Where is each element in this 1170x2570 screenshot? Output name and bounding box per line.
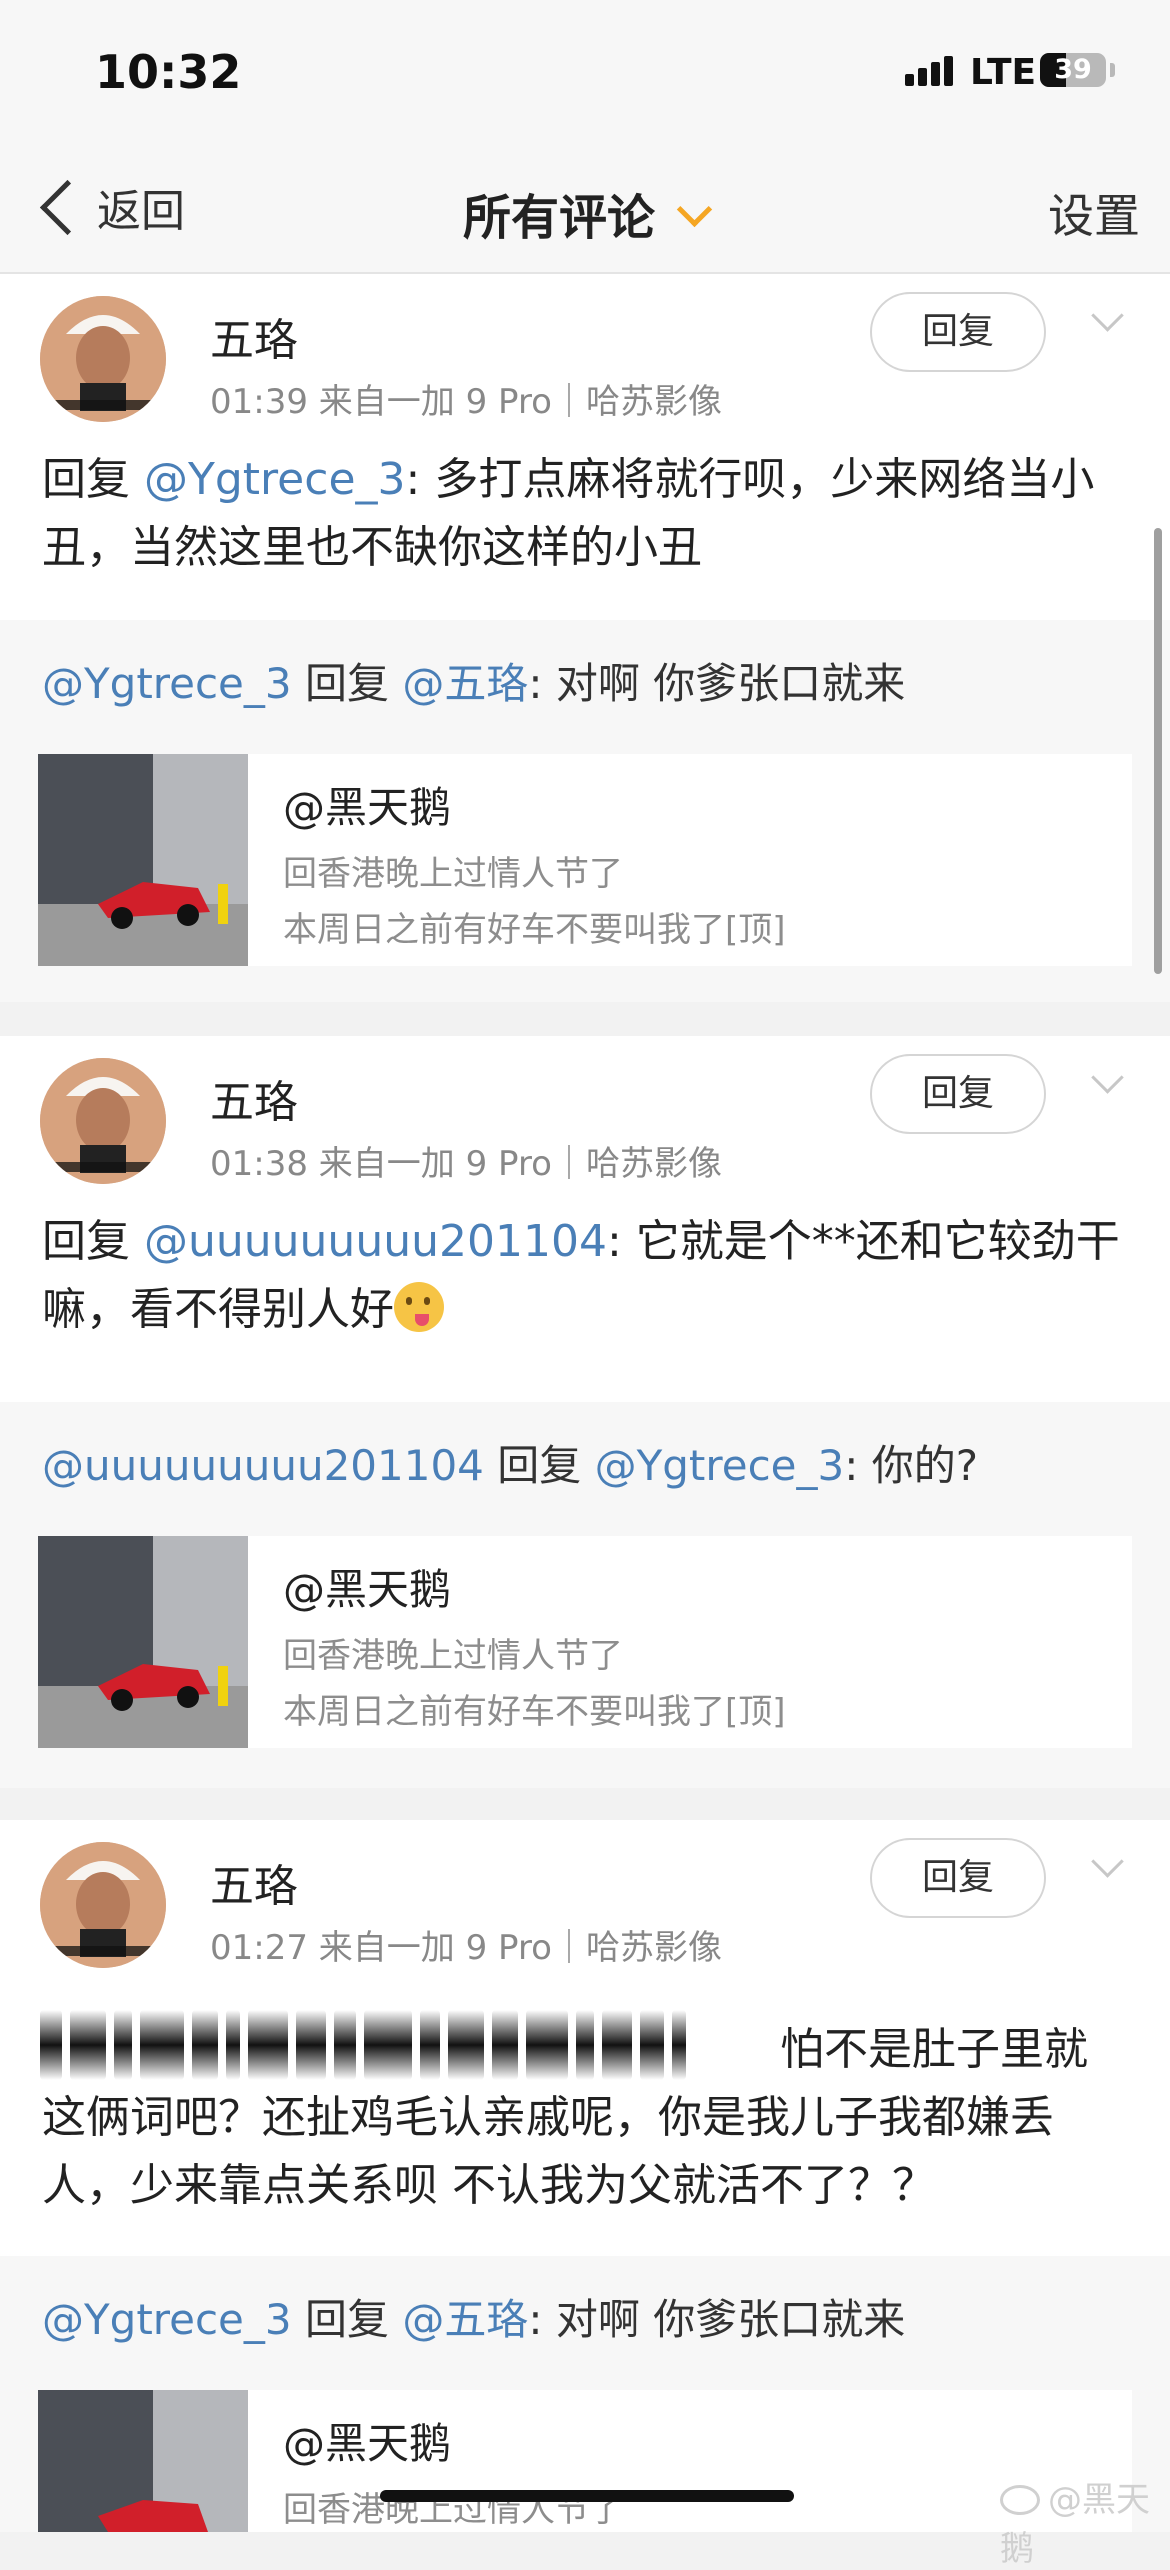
status-bar: 10:32 LTE 39 xyxy=(0,0,1170,150)
quote-to[interactable]: @五珞 xyxy=(402,2295,528,2344)
nav-bar: 返回 所有评论 设置 xyxy=(0,150,1170,274)
avatar[interactable] xyxy=(40,1842,166,1968)
mention-link[interactable]: @Ygtrece_3 xyxy=(144,454,406,505)
reply-button[interactable]: 回复 xyxy=(870,292,1046,372)
original-post-card[interactable]: @黑天鹅 回香港晚上过情人节了 本周日之前有好车不要叫我了[顶] xyxy=(38,1536,1132,1748)
chevron-down-icon xyxy=(676,191,713,228)
weibo-icon xyxy=(1000,2485,1040,2515)
avatar[interactable] xyxy=(40,296,166,422)
quote-line: @Ygtrece_3 回复 @五珞: 对啊 你爹张口就来 xyxy=(42,2286,905,2347)
comment-author[interactable]: 五珞 xyxy=(210,1066,298,1130)
reply-button[interactable]: 回复 xyxy=(870,1054,1046,1134)
battery-level: 39 xyxy=(1054,54,1092,85)
signal-icon xyxy=(905,56,953,86)
comment-author[interactable]: 五珞 xyxy=(210,304,298,368)
card-line-2: 本周日之前有好车不要叫我了[顶] xyxy=(283,1692,786,1732)
mention-link[interactable]: @uuuuuuuuu201104 xyxy=(144,1216,607,1267)
settings-button[interactable]: 设置 xyxy=(1048,180,1140,246)
post-thumbnail xyxy=(38,1536,248,1748)
quote-from[interactable]: @Ygtrece_3 xyxy=(42,2295,292,2344)
comment-meta: 01:39 来自一加 9 Pro｜哈苏影像 xyxy=(210,382,722,422)
card-title: @黑天鹅 xyxy=(283,783,452,832)
quote-verb: 回复 xyxy=(291,659,403,708)
chevron-down-icon[interactable] xyxy=(1091,299,1124,332)
quoted-reply[interactable]: @uuuuuuuuu201104 回复 @Ygtrece_3: 你的? @黑天鹅… xyxy=(0,1402,1170,1788)
chevron-down-icon[interactable] xyxy=(1091,1061,1124,1094)
comment-item: 五珞 01:39 来自一加 9 Pro｜哈苏影像 回复 回复 @Ygtrece_… xyxy=(0,274,1170,620)
quote-verb: 回复 xyxy=(291,2295,403,2344)
battery-icon: 39 xyxy=(1040,53,1106,87)
comment-line-tail: 怕不是肚子里就 xyxy=(780,2024,1088,2075)
chevron-down-icon[interactable] xyxy=(1091,1845,1124,1878)
comment-item: 五珞 01:27 来自一加 9 Pro｜哈苏影像 回复 怕不是肚子里就 这俩词吧… xyxy=(0,1820,1170,2256)
comment-text: 回复 @uuuuuuuuu201104: 它就是个**还和它较劲干嘛，看不得别人… xyxy=(42,1208,1132,1344)
quoted-reply[interactable]: @Ygtrece_3 回复 @五珞: 对啊 你爹张口就来 @黑天鹅 回香港晚上过… xyxy=(0,620,1170,1002)
card-line-1: 回香港晚上过情人节了 xyxy=(283,854,623,894)
comment-meta: 01:38 来自一加 9 Pro｜哈苏影像 xyxy=(210,1144,722,1184)
tongue-out-emoji-icon xyxy=(394,1282,444,1332)
card-title: @黑天鹅 xyxy=(283,1565,452,1614)
reply-prefix: 回复 xyxy=(42,454,144,505)
comment-meta: 01:27 来自一加 9 Pro｜哈苏影像 xyxy=(210,1928,722,1968)
quote-verb: 回复 xyxy=(483,1441,595,1490)
quote-text: : 你的? xyxy=(844,1441,979,1490)
avatar[interactable] xyxy=(40,1058,166,1184)
quote-from[interactable]: @uuuuuuuuu201104 xyxy=(42,1441,484,1490)
watermark: @黑天鹅 xyxy=(1000,2472,1170,2570)
comment-author[interactable]: 五珞 xyxy=(210,1850,298,1914)
title-dropdown[interactable]: 所有评论 xyxy=(0,178,1170,248)
status-time: 10:32 xyxy=(95,45,242,99)
reply-prefix: 回复 xyxy=(42,1216,144,1267)
scrollbar[interactable] xyxy=(1154,528,1162,974)
battery-tip xyxy=(1110,63,1115,77)
original-post-card[interactable]: @黑天鹅 回香港晚上过情人节了 xyxy=(38,2390,1132,2532)
quote-to[interactable]: @五珞 xyxy=(402,659,528,708)
page-title: 所有评论 xyxy=(462,190,655,246)
original-post-card[interactable]: @黑天鹅 回香港晚上过情人节了 本周日之前有好车不要叫我了[顶] xyxy=(38,754,1132,966)
quote-text: : 对啊 你爹张口就来 xyxy=(528,2295,906,2344)
quote-line: @uuuuuuuuu201104 回复 @Ygtrece_3: 你的? xyxy=(42,1432,978,1493)
comment-text: 怕不是肚子里就 这俩词吧？还扯鸡毛认亲戚呢，你是我儿子我都嫌丢人，少来靠点关系呗… xyxy=(42,2016,1132,2220)
reply-button[interactable]: 回复 xyxy=(870,1838,1046,1918)
quote-to[interactable]: @Ygtrece_3 xyxy=(595,1441,845,1490)
post-thumbnail xyxy=(38,2390,248,2532)
post-thumbnail xyxy=(38,754,248,966)
comment-item: 五珞 01:38 来自一加 9 Pro｜哈苏影像 回复 回复 @uuuuuuuu… xyxy=(0,1036,1170,1402)
comment-text: 回复 @Ygtrece_3: 多打点麻将就行呗，少来网络当小丑，当然这里也不缺你… xyxy=(42,446,1132,582)
card-line-1: 回香港晚上过情人节了 xyxy=(283,1636,623,1676)
quote-line: @Ygtrece_3 回复 @五珞: 对啊 你爹张口就来 xyxy=(42,650,905,711)
quote-from[interactable]: @Ygtrece_3 xyxy=(42,659,292,708)
network-type: LTE xyxy=(970,52,1037,93)
card-title: @黑天鹅 xyxy=(283,2419,452,2468)
comment-body: 这俩词吧？还扯鸡毛认亲戚呢，你是我儿子我都嫌丢人，少来靠点关系呗 不认我为父就活… xyxy=(42,2092,1054,2211)
home-indicator[interactable] xyxy=(380,2490,794,2502)
card-line-2: 本周日之前有好车不要叫我了[顶] xyxy=(283,910,786,950)
quote-text: : 对啊 你爹张口就来 xyxy=(528,659,906,708)
